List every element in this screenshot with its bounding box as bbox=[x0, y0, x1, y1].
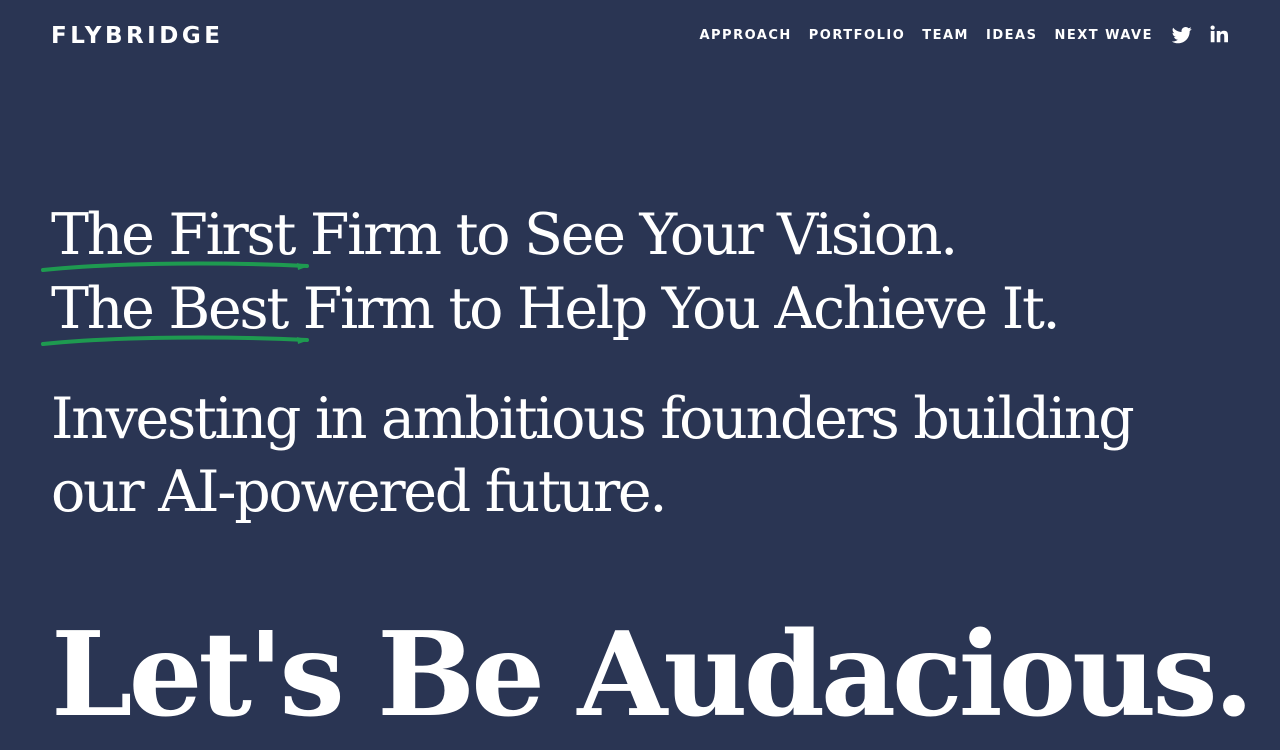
slogan-heading: Let's Be Audacious. bbox=[51, 607, 1254, 743]
hero-tagline: The First Firm to See Your Vision. The B… bbox=[41, 198, 1231, 346]
green-underline-stroke bbox=[41, 335, 309, 346]
tagline-line-2: The Best Firm to Help You Achieve It. bbox=[41, 272, 1231, 346]
highlight-best: The Best bbox=[41, 272, 309, 346]
nav-team[interactable]: TEAM bbox=[922, 27, 969, 45]
highlight-first: The First bbox=[41, 198, 309, 272]
nav-ideas[interactable]: IDEAS bbox=[986, 27, 1037, 45]
mission-statement: Investing in ambitious founders building… bbox=[51, 386, 1135, 525]
flybridge-logo[interactable]: FLYBRIDGE bbox=[51, 22, 223, 50]
nav-portfolio[interactable]: PORTFOLIO bbox=[809, 27, 905, 45]
twitter-icon[interactable] bbox=[1172, 25, 1192, 45]
linkedin-icon[interactable] bbox=[1210, 25, 1230, 45]
tagline-line-1-rest: Firm to See Your Vision. bbox=[294, 202, 958, 268]
tagline-line-1: The First Firm to See Your Vision. bbox=[41, 198, 1231, 272]
main-nav: APPROACH PORTFOLIO TEAM IDEAS NEXT WAVE bbox=[699, 27, 1153, 45]
tagline-line-2-rest: Firm to Help You Achieve It. bbox=[286, 276, 1061, 342]
site-header: FLYBRIDGE APPROACH PORTFOLIO TEAM IDEAS … bbox=[0, 0, 1280, 72]
nav-approach[interactable]: APPROACH bbox=[699, 27, 791, 45]
nav-next-wave[interactable]: NEXT WAVE bbox=[1054, 27, 1153, 45]
